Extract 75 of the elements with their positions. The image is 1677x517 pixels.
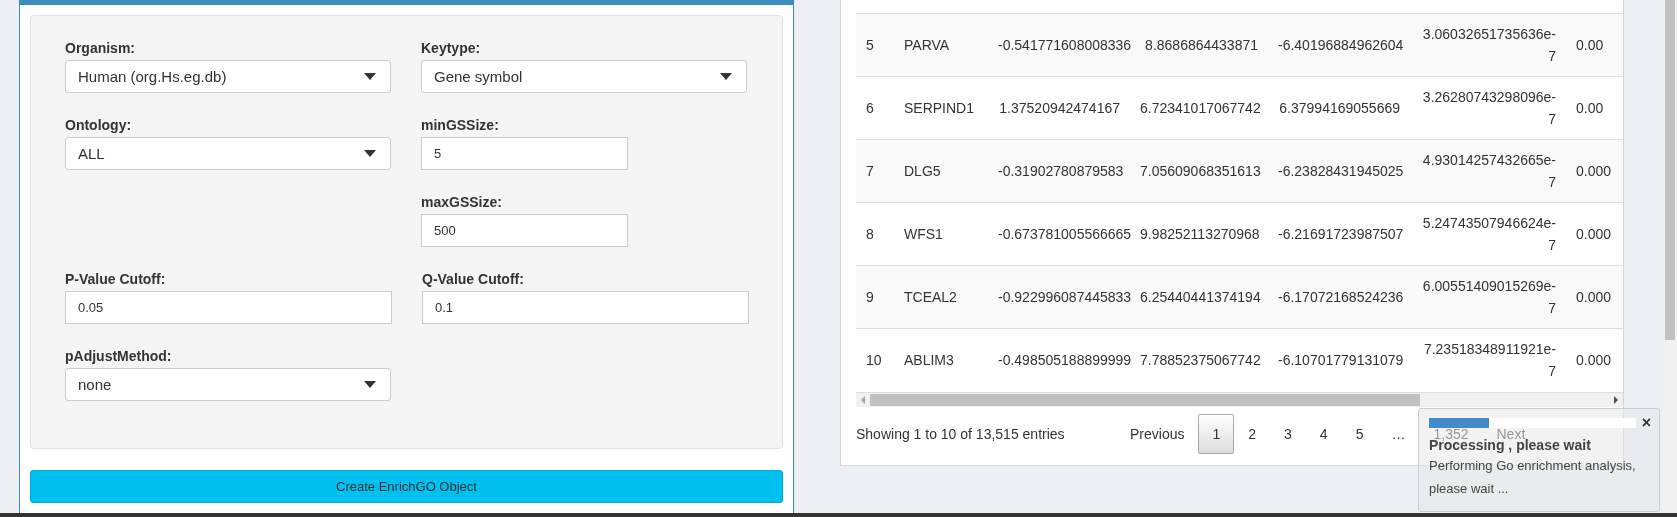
table-cell: -6.23828431945025 [1268, 139, 1410, 203]
table-cell: 9.98252113270968 [1130, 202, 1268, 266]
caret-icon [364, 150, 376, 157]
vertical-scrollbar[interactable] [1663, 0, 1677, 513]
table-cell: 5.24743507946624e-7 [1410, 202, 1566, 266]
table-cell: 10 [856, 328, 894, 392]
table-cell: PARVA [894, 13, 988, 77]
page-link[interactable]: 4 [1305, 413, 1342, 454]
horizontal-scrollbar[interactable] [856, 391, 1623, 407]
input-field[interactable]: 0.1 [422, 291, 749, 324]
field-label: Q-Value Cutoff: [422, 270, 525, 289]
table-cell: -6.10701779131079 [1268, 328, 1410, 392]
table-cell: 7 [856, 139, 894, 203]
table-cell: 8 [856, 202, 894, 266]
page-link[interactable]: Previous [1116, 413, 1199, 454]
field-label: minGSSize: [421, 116, 500, 135]
table-cell: 6.25440441374194 [1130, 265, 1268, 329]
table-cell: 5 [856, 13, 894, 77]
table-cell: 0.000 [1566, 202, 1623, 266]
table-cell: 0.000 [1566, 139, 1623, 203]
table-cell: -6.17072168524236 [1268, 265, 1410, 329]
table-cell: 6.72341017067742 [1130, 76, 1268, 140]
table-cell: DLG5 [894, 139, 988, 203]
table-cell: 0.000 [1566, 328, 1623, 392]
entries-info: Showing 1 to 10 of 13,515 entries [856, 425, 1066, 442]
table-cell: -6.40196884962604 [1268, 13, 1410, 77]
dropdown[interactable]: Gene symbol [421, 60, 747, 93]
table-cell: 9 [856, 265, 894, 329]
table-cell: 3.06032651735636e-7 [1410, 13, 1566, 77]
input-field[interactable]: 500 [421, 214, 628, 247]
table-cell: -0.673781005566665 [988, 202, 1130, 266]
table-cell: 4.93014257432665e-7 [1410, 139, 1566, 203]
table-cell: -0.541771608008336 [988, 13, 1130, 77]
table-cell: -0.498505188899999 [988, 328, 1130, 392]
close-button[interactable]: × [1641, 417, 1651, 429]
input-field[interactable]: 0.05 [65, 291, 392, 324]
table-cell: WFS1 [894, 202, 988, 266]
page-link[interactable]: 2 [1234, 413, 1271, 454]
table-cell: 7.05609068351613 [1130, 139, 1268, 203]
table-cell: 7.78852375067742 [1130, 328, 1268, 392]
table-cell: ABLIM3 [894, 328, 988, 392]
caret-icon [364, 381, 376, 388]
table-cell: 0.00 [1566, 13, 1623, 77]
page-link[interactable]: 3 [1270, 413, 1306, 454]
table-cell: SERPIND1 [894, 76, 988, 140]
caret-icon [720, 73, 732, 80]
table-cell: -6.21691723987507 [1268, 202, 1410, 266]
table-cell: 6.37994169055669 [1268, 76, 1410, 140]
table-cell: 3.26280743298096e-7 [1410, 76, 1566, 140]
table-cell: 8.8686864433871 [1130, 13, 1268, 77]
dropdown[interactable]: Human (org.Hs.eg.db) [65, 60, 391, 93]
input-field[interactable]: 5 [421, 137, 628, 170]
page-link[interactable]: 1 [1198, 413, 1235, 454]
table-cell: -0.31902780879583 [988, 139, 1130, 203]
table-cell: 0.000 [1566, 265, 1623, 329]
table-cell: 7.23518348911921e-7 [1410, 328, 1566, 392]
dropdown[interactable]: ALL [65, 137, 391, 170]
dropdown[interactable]: none [65, 368, 391, 401]
table-cell: 6 [856, 76, 894, 140]
field-label: pAdjustMethod: [65, 347, 173, 366]
field-label: P-Value Cutoff: [65, 270, 167, 289]
field-label: Organism: [65, 39, 136, 58]
field-label: maxGSSize: [421, 193, 503, 212]
create-button[interactable]: Create EnrichGO Object [30, 470, 783, 503]
table-cell: -0.922996087445833 [988, 265, 1130, 329]
table-cell: TCEAL2 [894, 265, 988, 329]
field-label: Keytype: [421, 39, 482, 58]
field-label: Ontology: [65, 116, 133, 135]
caret-icon [364, 73, 376, 80]
page-link[interactable]: … [1377, 413, 1420, 454]
notification-message: Performing Go enrichment analysis, please wait ... [1429, 457, 1637, 498]
table-cell: 1.37520942474167 [988, 76, 1130, 140]
table-cell: 0.00 [1566, 76, 1623, 140]
page-link[interactable]: 5 [1341, 413, 1378, 454]
table-cell: 6.00551409015269e-7 [1410, 265, 1566, 329]
